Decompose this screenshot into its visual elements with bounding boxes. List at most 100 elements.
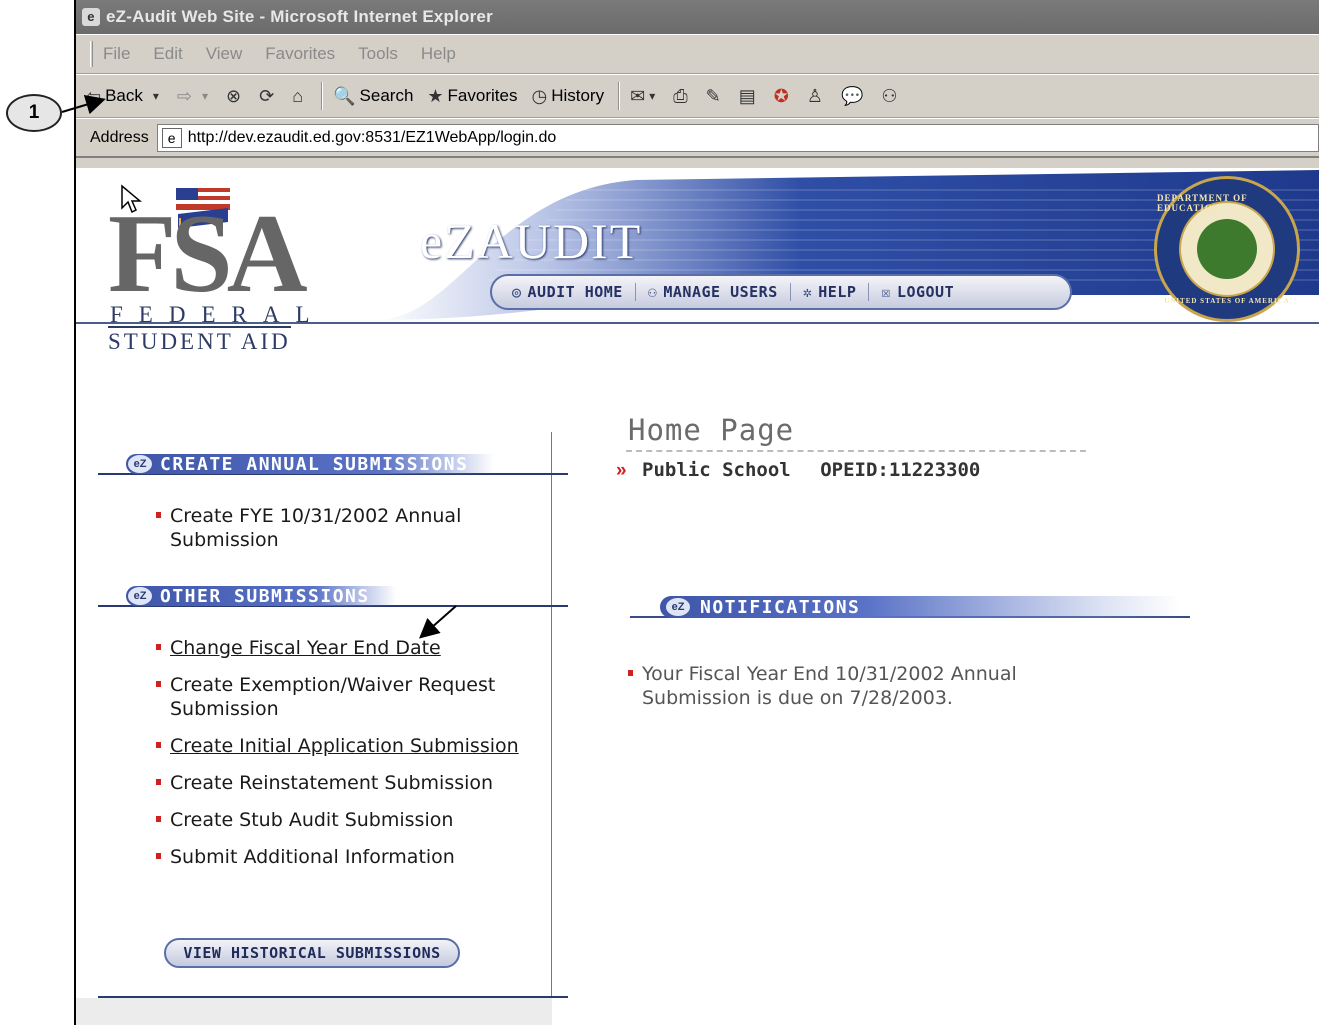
refresh-icon: ⟳ [259,85,275,106]
department-of-education-seal: DEPARTMENT OF EDUCATION UNITED STATES OF… [1154,176,1300,322]
link-stub-audit[interactable]: Create Stub Audit Submission [170,809,453,831]
link-change-fye[interactable]: Change Fiscal Year End Date [170,637,441,659]
document-icon: ▤ [738,85,756,106]
favorites-label: Favorites [447,86,518,105]
menu-favorites[interactable]: Favorites [265,44,335,64]
tree-icon [1197,219,1257,279]
list-item[interactable]: Create Exemption/Waiver Request Submissi… [152,673,552,721]
seal-bottom-text: UNITED STATES OF AMERICA [1164,297,1290,305]
other-submissions-heading: OTHER SUBMISSIONS [126,586,396,607]
view-historical-submissions-button[interactable]: VIEW HISTORICAL SUBMISSIONS [164,938,460,968]
school-info: » Public School OPEID:11223300 [616,459,980,482]
opeid: OPEID:11223300 [820,459,981,481]
menu-edit[interactable]: Edit [153,44,182,64]
nav-manage-users[interactable]: ⚇ MANAGE USERS [636,283,791,301]
refresh-button[interactable]: ⟳ [259,86,278,107]
annual-link-fye[interactable]: Create FYE 10/31/2002 Annual Submission [170,505,461,551]
list-item[interactable]: Create FYE 10/31/2002 Annual Submission [152,504,552,552]
notifications-heading: NOTIFICATIONS [660,596,1180,618]
back-label: Back [105,86,143,105]
ez-badge-icon: eZ [666,598,690,616]
browser-window: e eZ-Audit Web Site - Microsoft Internet… [74,0,1319,1025]
list-item[interactable]: Create Initial Application Submission [152,734,552,758]
stop-button[interactable]: ⊗ [226,86,245,107]
nav-manage-users-label: MANAGE USERS [663,283,778,301]
menu-view[interactable]: View [206,44,243,64]
nav-audit-home-label: AUDIT HOME [527,283,623,301]
history-button[interactable]: ◷ History [531,86,604,107]
screenshot-root: 1 2 e eZ-Audit Web Site - Microsoft Inte… [0,0,1319,1025]
chat-button[interactable]: 💬 [841,86,867,107]
home-icon: ⌂ [292,85,304,106]
double-chevron-icon: » [616,460,627,481]
search-label: Search [359,86,414,105]
other-links: Change Fiscal Year End Date Create Exemp… [152,636,552,882]
create-annual-section-header: CREATE ANNUAL SUBMISSIONS eZ [98,454,568,476]
favorites-button[interactable]: ★ Favorites [427,86,517,107]
search-icon: 🔍 [333,85,356,106]
mail-button[interactable]: ✉ ▾ [630,86,659,107]
annual-links: Create FYE 10/31/2002 Annual Submission [152,504,552,565]
forward-dropdown-icon[interactable]: ▾ [202,89,208,103]
title-bar: e eZ-Audit Web Site - Microsoft Internet… [76,0,1319,34]
list-item[interactable]: Change Fiscal Year End Date [152,636,552,660]
print-button[interactable]: ⎙ [673,86,691,107]
nav-logout-label: LOGOUT [896,283,955,301]
fsa-student-aid: STUDENT AID [108,326,291,355]
forward-arrow-icon: ⇨ [176,85,193,106]
print-icon: ⎙ [673,85,688,106]
nav-audit-home[interactable]: ◎ AUDIT HOME [500,283,636,301]
contacts-button[interactable]: ⚇ [881,86,901,107]
link-reinstatement[interactable]: Create Reinstatement Submission [170,772,493,794]
nav-help-label: HELP [818,283,857,301]
notifications-section-header: NOTIFICATIONS eZ [630,596,1190,620]
nav-logout[interactable]: ☒ LOGOUT [869,283,966,301]
window-title: eZ-Audit Web Site - Microsoft Internet E… [106,7,493,26]
back-dropdown-icon[interactable]: ▾ [153,89,159,103]
address-label: Address [90,128,149,146]
ie-icon: e [82,8,100,26]
messenger-button[interactable]: ♙ [807,86,827,107]
list-item[interactable]: Create Reinstatement Submission [152,771,552,795]
page-icon: e [161,127,182,148]
callout-1: 1 [6,94,62,132]
link-additional-info[interactable]: Submit Additional Information [170,846,455,868]
chat-icon: 💬 [840,85,864,106]
toolbar-separator-2 [618,82,621,110]
stop-icon: ⊗ [226,85,242,106]
left-bottom-shade [76,998,552,1025]
nav-help[interactable]: ✲ HELP [791,283,870,301]
discuss-button[interactable]: ▤ [739,86,760,107]
contacts-icon: ⚇ [881,85,898,106]
seal-top-text: DEPARTMENT OF EDUCATION [1157,193,1248,213]
list-item[interactable]: Submit Additional Information [152,845,552,869]
menu-bar: File Edit View Favorites Tools Help [76,34,1319,74]
fsa-letters: FSA [108,192,308,316]
link-exemption-waiver[interactable]: Create Exemption/Waiver Request Submissi… [170,674,495,720]
main-nav: ◎ AUDIT HOME ⚇ MANAGE USERS ✲ HELP ☒ LOG… [490,274,1072,310]
address-input[interactable]: e http://dev.ezaudit.ed.gov:8531/EZ1WebA… [156,123,1319,152]
ez-icon: ◎ [512,283,522,301]
home-button[interactable]: ⌂ [292,86,307,107]
link-initial-application[interactable]: Create Initial Application Submission [170,735,519,757]
mail-dropdown-icon[interactable]: ▾ [649,89,655,103]
back-button[interactable]: ⇦ Back ▾ [86,86,163,107]
menu-help[interactable]: Help [421,44,456,64]
edit-button[interactable]: ✎ [706,86,725,107]
addon-button[interactable]: ✪ [774,86,793,107]
help-icon: ✲ [802,283,813,301]
history-icon: ◷ [531,85,548,106]
addon-icon: ✪ [773,85,789,106]
logout-icon: ☒ [881,283,891,301]
forward-button[interactable]: ⇨ ▾ [177,86,212,107]
menu-file[interactable]: File [103,44,130,64]
menu-tools[interactable]: Tools [358,44,398,64]
list-item[interactable]: Create Stub Audit Submission [152,808,552,832]
notification-message: Your Fiscal Year End 10/31/2002 Annual S… [626,662,1096,710]
edit-icon: ✎ [705,85,721,106]
address-url[interactable]: http://dev.ezaudit.ed.gov:8531/EZ1WebApp… [188,129,557,147]
search-button[interactable]: 🔍 Search [333,86,413,107]
ez-badge-icon: eZ [128,455,152,473]
mail-icon: ✉ [630,85,646,106]
fsa-federal: FEDERAL [110,302,326,327]
